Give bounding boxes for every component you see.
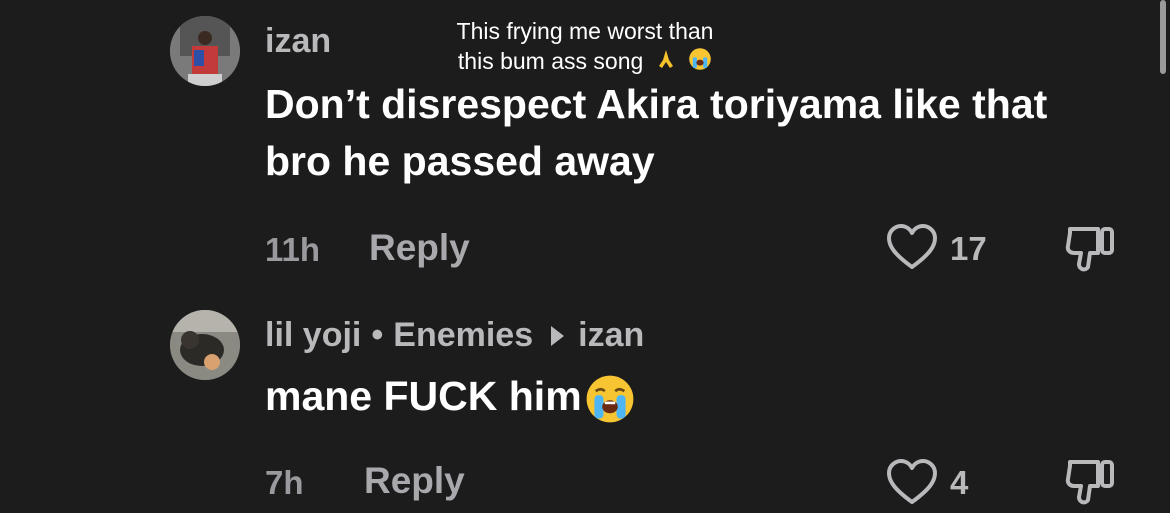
loudly-crying-face-emoji [688, 47, 712, 78]
like-button[interactable] [886, 223, 938, 271]
dislike-button[interactable] [1064, 454, 1118, 508]
reply-button[interactable]: Reply [369, 227, 470, 269]
avatar-lil-yoji[interactable] [170, 310, 240, 380]
like-count: 4 [950, 464, 969, 501]
reply-button[interactable]: Reply [364, 460, 465, 502]
overlay-caption-line-1: This frying me worst than [456, 18, 714, 44]
comment-text-line-2: bro he passed away [265, 138, 655, 184]
comment-text-line-1: Don’t disrespect Akira toriyama like tha… [265, 81, 1048, 127]
heart-icon [887, 224, 937, 269]
comment-username[interactable]: izan [265, 22, 331, 61]
comment-username[interactable]: lil yoji [265, 316, 361, 354]
comment-text: Don’t disrespect Akira toriyama like tha… [265, 76, 1145, 190]
loudly-crying-face-emoji [584, 373, 636, 425]
relationship-tag: Enemies [393, 316, 534, 354]
thumbs-down-icon [1065, 227, 1114, 272]
thumbs-down-icon [1065, 460, 1114, 505]
comment-timestamp: 7h [265, 464, 304, 501]
avatar-izan[interactable] [170, 16, 240, 86]
folded-hands-emoji [654, 47, 678, 78]
scrollbar[interactable] [1160, 0, 1166, 74]
heart-icon [887, 459, 937, 504]
comment-header: lil yoji • Enemies izan [265, 316, 644, 355]
comment-text: mane FUCK him [265, 368, 1145, 425]
overlay-caption-text: this bum ass song [457, 48, 644, 74]
comment-text-content: mane FUCK him [265, 373, 582, 419]
like-count: 17 [950, 230, 987, 267]
reply-to-username[interactable]: izan [578, 316, 644, 354]
overlay-caption-line-2: this bum ass song [430, 46, 740, 78]
dislike-button[interactable] [1064, 221, 1118, 275]
comment-timestamp: 11h [265, 231, 321, 268]
video-overlay-caption: This frying me worst than this bum ass s… [430, 16, 740, 78]
like-button[interactable] [886, 458, 938, 506]
reply-arrow-icon [551, 325, 565, 346]
separator-dot: • [371, 316, 384, 354]
